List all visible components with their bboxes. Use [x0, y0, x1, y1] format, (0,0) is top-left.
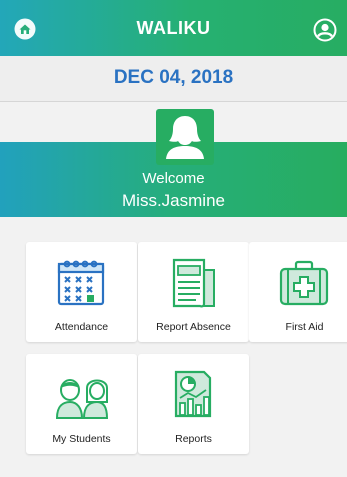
menu-tile-report-absence[interactable]: Report Absence: [138, 242, 249, 342]
students-icon: [55, 379, 108, 419]
app-title: WALIKU: [136, 18, 211, 38]
menu-label-attendance: Attendance: [54, 321, 109, 333]
menu-tile-attendance[interactable]: Attendance: [26, 242, 137, 342]
avatar: [156, 109, 214, 165]
welcome-text: Welcome: [142, 170, 205, 187]
current-date: DEC 04, 2018: [0, 56, 347, 102]
menu-label-reports: Reports: [175, 433, 212, 445]
report-chart-icon: [174, 370, 212, 418]
teacher-name: Miss.Jasmine: [122, 191, 225, 210]
calendar-icon: [57, 260, 105, 306]
profile-icon[interactable]: [313, 18, 337, 42]
menu-label-first-aid: First Aid: [285, 321, 324, 333]
menu-tile-my-students[interactable]: My Students: [26, 354, 137, 454]
top-app-bar: WALIKU: [0, 0, 347, 56]
menu-tile-first-aid[interactable]: First Aid: [249, 242, 347, 342]
menu-label-report-absence: Report Absence: [156, 321, 231, 333]
menu-tile-reports[interactable]: Reports: [138, 354, 249, 454]
female-user-icon: [166, 116, 204, 159]
first-aid-kit-icon: [279, 260, 329, 306]
document-icon: [172, 258, 215, 308]
menu-label-my-students: My Students: [52, 433, 111, 445]
